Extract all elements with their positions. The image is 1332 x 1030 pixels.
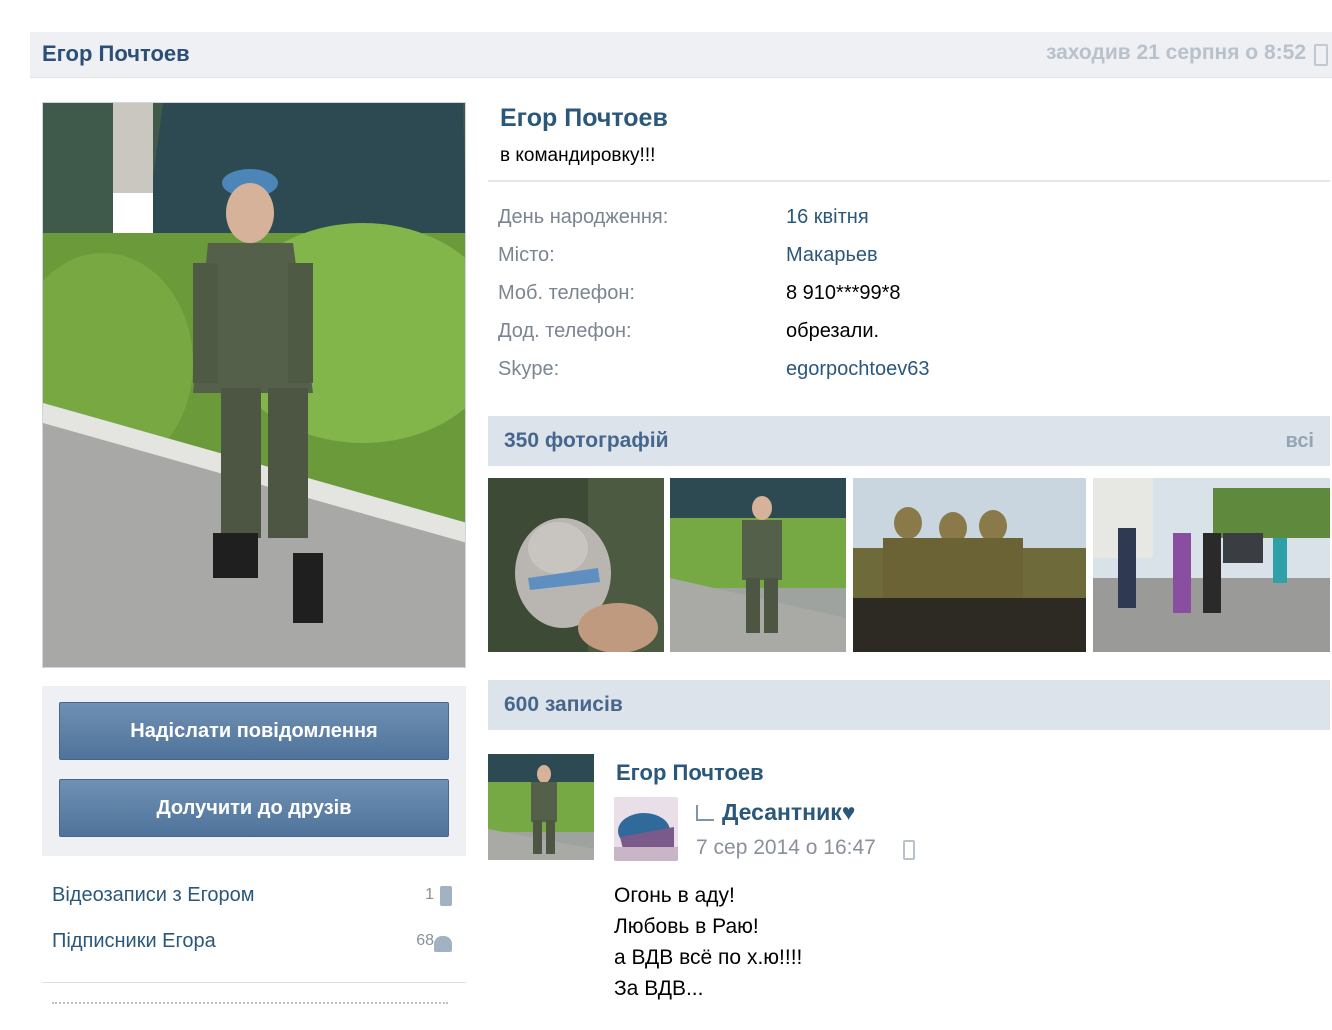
- profile-status: в командировку!!!: [500, 145, 656, 166]
- posts-count-title: 600 записів: [504, 693, 623, 716]
- info-key: Skype:: [498, 358, 560, 380]
- people-icon: [434, 936, 452, 952]
- photo-thumb-soldier[interactable]: [670, 478, 846, 652]
- photos-count-title[interactable]: 350 фотографій: [504, 429, 668, 453]
- profile-photo-image: [43, 103, 465, 667]
- post-text-line: Огонь в аду!: [614, 884, 735, 907]
- post-text: Огонь в аду! Любовь в Раю! а ВДВ всё по …: [614, 880, 802, 1004]
- info-row-birthday: День народження: 16 квітня: [498, 206, 1318, 244]
- posts-section-header: 600 записів: [488, 680, 1330, 730]
- post-text-line: Любовь в Раю!: [614, 915, 759, 938]
- videos-count: 1: [425, 886, 434, 903]
- post-text-line: а ВДВ всё по х.ю!!!!: [614, 946, 803, 969]
- videos-link-label: Відеозаписи з Егором: [52, 884, 255, 906]
- info-row-city: Місто: Макарьев: [498, 244, 1318, 282]
- mobile-phone-icon: [903, 840, 915, 860]
- profile-photo[interactable]: [42, 102, 466, 668]
- profile-info-table: День народження: 16 квітня Місто: Макарь…: [498, 206, 1318, 396]
- info-row-skype: Skype: egorpochtoev63: [498, 358, 1318, 396]
- info-key: Моб. телефон:: [498, 282, 635, 304]
- info-value-city[interactable]: Макарьев: [786, 244, 878, 267]
- followers-link-label: Підписники Егора: [52, 930, 216, 952]
- post-timestamp[interactable]: 7 сер 2014 о 16:47: [696, 836, 876, 860]
- photo-thumb-cat[interactable]: [488, 478, 664, 652]
- side-next-row-cutoff: [52, 1002, 448, 1005]
- info-value-skype[interactable]: egorpochtoev63: [786, 358, 929, 381]
- followers-count: 68: [416, 932, 434, 949]
- send-message-button[interactable]: Надіслати повідомлення: [59, 702, 449, 760]
- photo-thumb-image: [1093, 478, 1330, 652]
- profile-name: Егор Почтоев: [500, 104, 668, 132]
- videos-link[interactable]: Відеозаписи з Егором 1: [42, 874, 466, 920]
- photo-thumb-group-field[interactable]: [853, 478, 1086, 652]
- info-value-extra-phone: обрезали.: [786, 320, 880, 342]
- repost-icon: [696, 805, 714, 821]
- followers-link[interactable]: Підписники Егора 68: [42, 920, 466, 966]
- avatar: [488, 754, 594, 860]
- profile-header-bar: Егор Почтоев заходив 21 серпня о 8:52: [30, 32, 1332, 78]
- info-key: День народження:: [498, 206, 669, 228]
- mobile-phone-icon: [1314, 44, 1328, 66]
- photos-section-header[interactable]: 350 фотографій всі: [488, 416, 1330, 466]
- info-row-extra-phone: Дод. телефон: обрезали.: [498, 320, 1318, 358]
- post-author-avatar[interactable]: [488, 754, 594, 860]
- post-author-name[interactable]: Егор Почтоев: [616, 760, 764, 786]
- post-text-line: За ВДВ...: [614, 977, 704, 1000]
- profile-actions: Надіслати повідомлення Долучити до друзі…: [42, 686, 466, 856]
- info-key: Дод. телефон:: [498, 320, 632, 342]
- info-value-birthday[interactable]: 16 квітня: [786, 206, 869, 229]
- photo-thumb-image: [853, 478, 1086, 652]
- repost-source-avatar[interactable]: [614, 797, 678, 861]
- repost-source-name[interactable]: Десантник♥: [722, 799, 855, 826]
- info-key: Місто:: [498, 244, 555, 266]
- profile-divider: [488, 180, 1330, 182]
- add-friend-button[interactable]: Долучити до друзів: [59, 779, 449, 837]
- avatar: [614, 797, 678, 861]
- video-icon: [440, 886, 452, 906]
- photo-thumb-image: [670, 478, 846, 652]
- last-seen: заходив 21 серпня о 8:52: [1045, 41, 1306, 64]
- photo-thumb-image: [488, 478, 664, 652]
- info-value-mobile: 8 910***99*8: [786, 282, 901, 304]
- photo-thumb-group-street[interactable]: [1093, 478, 1330, 652]
- info-row-mobile: Моб. телефон: 8 910***99*8: [498, 282, 1318, 320]
- photos-all-link[interactable]: всі: [1286, 430, 1314, 453]
- header-name[interactable]: Егор Почтоев: [42, 41, 190, 67]
- side-links: Відеозаписи з Егором 1 Підписники Егора …: [42, 874, 466, 966]
- side-divider: [42, 982, 466, 983]
